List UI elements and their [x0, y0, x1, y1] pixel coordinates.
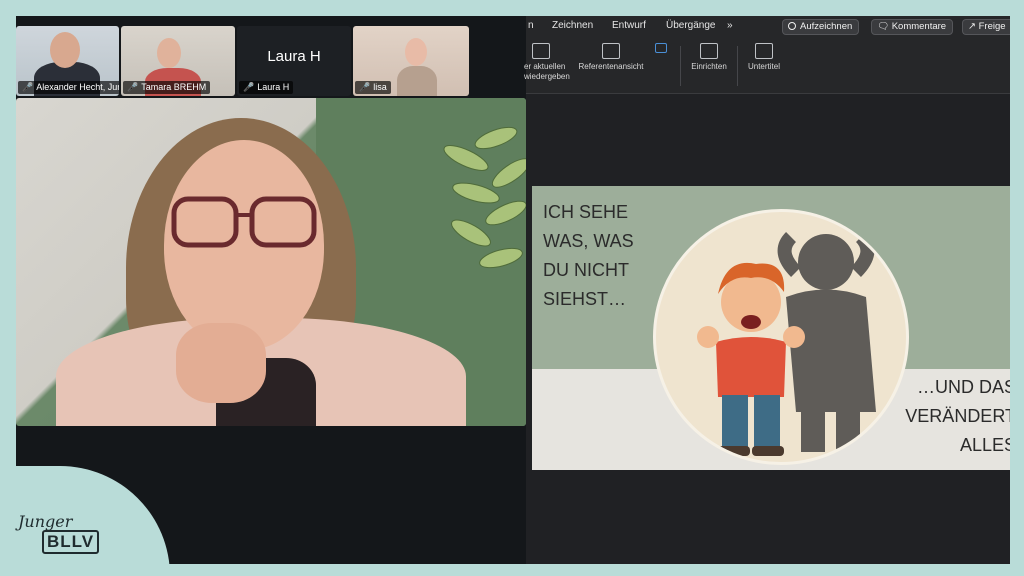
mic-muted-icon: 🎤 [127, 82, 139, 92]
setup-icon [700, 43, 718, 59]
subtitles-icon [755, 43, 773, 59]
presentation-slide: ICH SEHE WAS, WAS DU NICHT SIEHST… …UND … [532, 186, 1010, 470]
participant-head [405, 38, 427, 66]
active-speaker-video[interactable] [16, 98, 526, 426]
monitor-icon [655, 43, 667, 53]
slide-illustration [653, 209, 909, 465]
comment-icon: 🗨 [877, 21, 892, 32]
presenter-view-button[interactable]: Referentenansicht [576, 43, 646, 72]
glasses-image [171, 196, 317, 248]
mic-muted-icon: 🎤 [359, 82, 371, 92]
slide-title: ICH SEHE WAS, WAS DU NICHT SIEHST… [543, 202, 634, 309]
participant-head [157, 38, 181, 68]
tab-uebergaenge[interactable]: Übergänge [666, 20, 715, 31]
record-button[interactable]: Aufzeichnen [782, 19, 860, 35]
ribbon-toolbar: er aktuellen wiedergeben Referentenansich… [524, 38, 1010, 94]
mic-muted-icon: 🎤 [22, 82, 34, 92]
ribbon-separator [680, 46, 681, 86]
participant-name: 🎤 Laura H [239, 81, 294, 94]
ribbon-separator [737, 46, 738, 86]
participant-tile[interactable]: 🎤 Tamara BREHM [121, 26, 235, 96]
meeting-window: 🎤Alexander Hecht, Jun... 🎤Tamara BREHM L… [16, 16, 1010, 564]
share-icon: ↗ [968, 21, 979, 32]
participant-name: 🎤 Tamara BREHM [123, 81, 211, 94]
participant-strip: 🎤Alexander Hecht, Jun... 🎤Tamara BREHM L… [16, 26, 526, 96]
tab-entwurf[interactable]: Entwurf [612, 20, 646, 31]
tab-zeichnen[interactable]: Zeichnen [552, 20, 593, 31]
slide-subtitle: …UND DAS VERÄNDERT ALLES [905, 377, 1010, 455]
shared-screen-powerpoint: n Zeichnen Entwurf Übergänge » Aufzeichn… [524, 16, 1010, 564]
participant-body [397, 66, 437, 96]
participant-name: 🎤 lisa [355, 81, 391, 94]
record-icon [788, 22, 796, 30]
logo-wordmark-box: BLLV [42, 530, 100, 554]
participant-head [50, 32, 80, 68]
logo-wordmark-top: Junger [18, 512, 73, 531]
speaker-hand [176, 323, 266, 403]
participant-name: 🎤Alexander Hecht, Jun... [18, 81, 119, 94]
monitor-dropdown[interactable] [650, 43, 672, 56]
tab-partial[interactable]: n [528, 20, 534, 31]
participant-tile[interactable]: 🎤Alexander Hecht, Jun... [16, 26, 119, 96]
plant-image [443, 126, 526, 269]
ribbon-tab-bar: n Zeichnen Entwurf Übergänge » Aufzeichn… [526, 16, 1010, 38]
setup-button[interactable]: Einrichten [686, 43, 732, 72]
mic-muted-icon: 🎤 [243, 82, 255, 92]
angry-boy-illustration [697, 232, 876, 456]
subtitles-button[interactable]: Untertitel [742, 43, 786, 72]
play-from-current-button[interactable]: er aktuellen wiedergeben [524, 43, 574, 82]
presenter-view-icon [602, 43, 620, 59]
participant-tile[interactable]: Laura H 🎤 Laura H [237, 26, 351, 96]
participant-tile[interactable]: 🎤 lisa [353, 26, 469, 96]
slideshow-icon [532, 43, 550, 59]
share-button[interactable]: ↗ Freige [962, 19, 1010, 35]
participant-big-name: Laura H [267, 48, 321, 65]
more-tabs-icon[interactable]: » [727, 20, 733, 31]
comments-button[interactable]: 🗨 Kommentare [871, 19, 954, 35]
